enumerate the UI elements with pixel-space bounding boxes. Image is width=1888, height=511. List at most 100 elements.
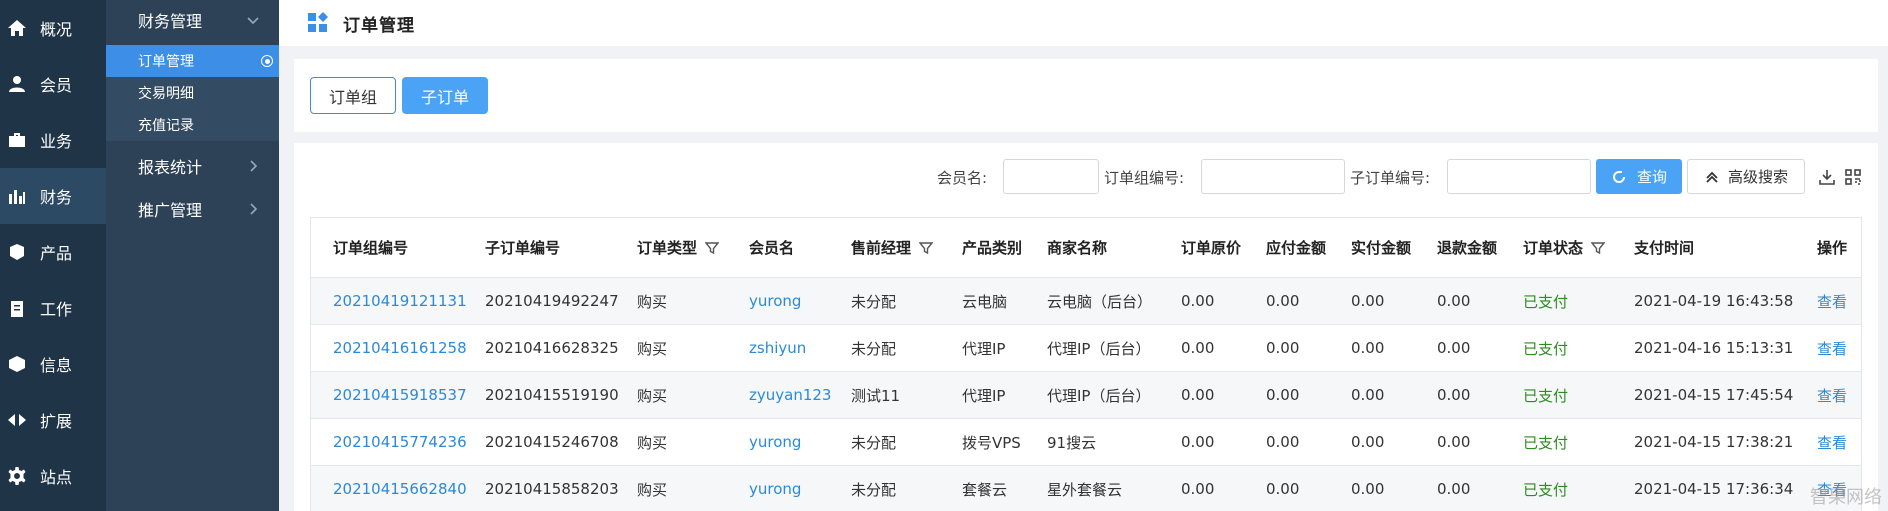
box-icon [6,353,28,375]
status-cell: 已支付 [1523,480,1569,499]
status-cell: 已支付 [1523,292,1569,311]
col-header: 退款金额 [1437,239,1498,257]
refund-cell: 0.00 [1437,386,1471,404]
home-icon [6,17,28,39]
query-button[interactable]: 查询 [1596,159,1682,194]
grid-icon[interactable] [1844,168,1862,186]
nav2-item-recharge[interactable]: 充值记录 [106,109,279,141]
member-link[interactable]: yurong [749,419,801,465]
col-header: 订单组编号 [333,239,409,257]
nav2-promo-label: 推广管理 [138,201,203,220]
group-no-input[interactable] [1201,159,1345,194]
price-cell: 0.00 [1181,433,1215,451]
page-title: 订单管理 [343,15,415,36]
secondary-sidebar: 财务管理 订单管理 交易明细 充值记录 报表统计 推广管理 [106,0,279,511]
nav2-item-label: 订单管理 [138,54,194,70]
user-icon [6,73,28,95]
advanced-search-button[interactable]: 高级搜索 [1687,159,1805,194]
view-link[interactable]: 查看 [1817,372,1847,418]
col-header: 实付金额 [1351,239,1412,257]
member-link[interactable]: yurong [749,278,801,324]
member-link[interactable]: zyuyan123 [749,372,831,418]
filter-icon[interactable] [1590,241,1606,255]
category-cell: 代理IP [962,386,1006,405]
sub-no-input[interactable] [1447,159,1591,194]
filter-icon[interactable] [704,241,720,255]
apps-icon [307,12,329,34]
nav2-reports-group[interactable]: 报表统计 [106,146,279,186]
group-no-link[interactable]: 20210415662840 [333,466,467,511]
group-no-link[interactable]: 20210419121131 [333,278,467,324]
col-header: 订单状态 [1523,218,1606,277]
payable-cell: 0.00 [1266,433,1300,451]
page-header: 订单管理 [279,0,1888,46]
nav-item-info[interactable]: 信息 [0,336,106,392]
arrows-icon [6,409,28,431]
category-cell: 云电脑 [962,292,1008,311]
status-cell: 已支付 [1523,339,1569,358]
nav2-item-transactions[interactable]: 交易明细 [106,77,279,109]
price-cell: 0.00 [1181,480,1215,498]
clipboard-icon [6,297,28,319]
view-link[interactable]: 查看 [1817,278,1847,324]
tab-order-group[interactable]: 订单组 [310,77,396,114]
member-label: 会员名: [937,169,988,187]
col-header: 售前经理 [851,218,934,277]
member-input[interactable] [1003,159,1099,194]
col-header: 商家名称 [1047,239,1108,257]
col-header: 会员名 [749,239,795,257]
table-row: 20210415662840 20210415858203 购买 yurong 未分配 套… [311,466,1861,511]
nav-item-finance[interactable]: 财务 [0,168,106,224]
table-row: 20210419121131 20210419492247 购买 yurong 未分配 云… [311,278,1861,325]
nav-item-members[interactable]: 会员 [0,56,106,112]
member-link[interactable]: zshiyun [749,325,806,371]
paytime-cell: 2021-04-15 17:45:54 [1634,386,1794,404]
group-no-link[interactable]: 20210416161258 [333,325,467,371]
bar-chart-icon [6,185,28,207]
member-link[interactable]: yurong [749,466,801,511]
nav2-promo-group[interactable]: 推广管理 [106,189,279,229]
nav-item-products[interactable]: 产品 [0,224,106,280]
nav-item-label: 业务 [40,132,73,151]
nav2-finance-label: 财务管理 [138,12,203,31]
merchant-cell: 91搜云 [1047,433,1097,452]
download-icon[interactable] [1818,168,1836,186]
group-no-link[interactable]: 20210415774236 [333,419,467,465]
double-chevron-up-icon [1706,171,1718,183]
primary-sidebar: 概况 会员 业务 财务 产品 工作 信息 扩展 站点 [0,0,106,511]
paid-cell: 0.00 [1351,339,1385,357]
paid-cell: 0.00 [1351,480,1385,498]
table-row: 20210416161258 20210416628325 购买 zshiyun 未分配… [311,325,1861,372]
nav-item-work[interactable]: 工作 [0,280,106,336]
table-row: 20210415918537 20210415519190 购买 zyuyan123 测… [311,372,1861,419]
paytime-cell: 2021-04-15 17:38:21 [1634,433,1794,451]
view-link[interactable]: 查看 [1817,325,1847,371]
manager-cell: 未分配 [851,339,897,358]
chevron-right-icon [245,201,261,217]
nav-item-extension[interactable]: 扩展 [0,392,106,448]
nav-item-site[interactable]: 站点 [0,448,106,504]
nav-item-label: 工作 [40,300,73,319]
category-cell: 拨号VPS [962,433,1021,452]
tab-sub-order[interactable]: 子订单 [402,77,488,114]
status-cell: 已支付 [1523,433,1569,452]
active-indicator-icon [261,55,273,67]
filter-icon[interactable] [918,241,934,255]
advanced-label: 高级搜索 [1727,168,1788,186]
group-no-link[interactable]: 20210415918537 [333,372,467,418]
nav2-item-label: 充值记录 [138,118,194,134]
sub-no-cell: 20210416628325 [485,339,619,357]
nav-item-business[interactable]: 业务 [0,112,106,168]
col-header: 子订单编号 [485,239,561,257]
table-row: 20210415774236 20210415246708 购买 yurong 未分配 拨… [311,419,1861,466]
price-cell: 0.00 [1181,339,1215,357]
orders-table: 订单组编号 子订单编号 订单类型 会员名 售前经理 产品类别 商家名称 订单原价… [310,217,1862,511]
group-no-label: 订单组编号: [1104,169,1185,187]
nav-item-label: 产品 [40,244,73,263]
view-link[interactable]: 查看 [1817,419,1847,465]
nav-item-overview[interactable]: 概况 [0,0,106,56]
nav2-finance-group[interactable]: 财务管理 [106,0,279,40]
nav2-item-orders[interactable]: 订单管理 [106,45,279,77]
manager-cell: 未分配 [851,433,897,452]
type-cell: 购买 [637,433,668,452]
